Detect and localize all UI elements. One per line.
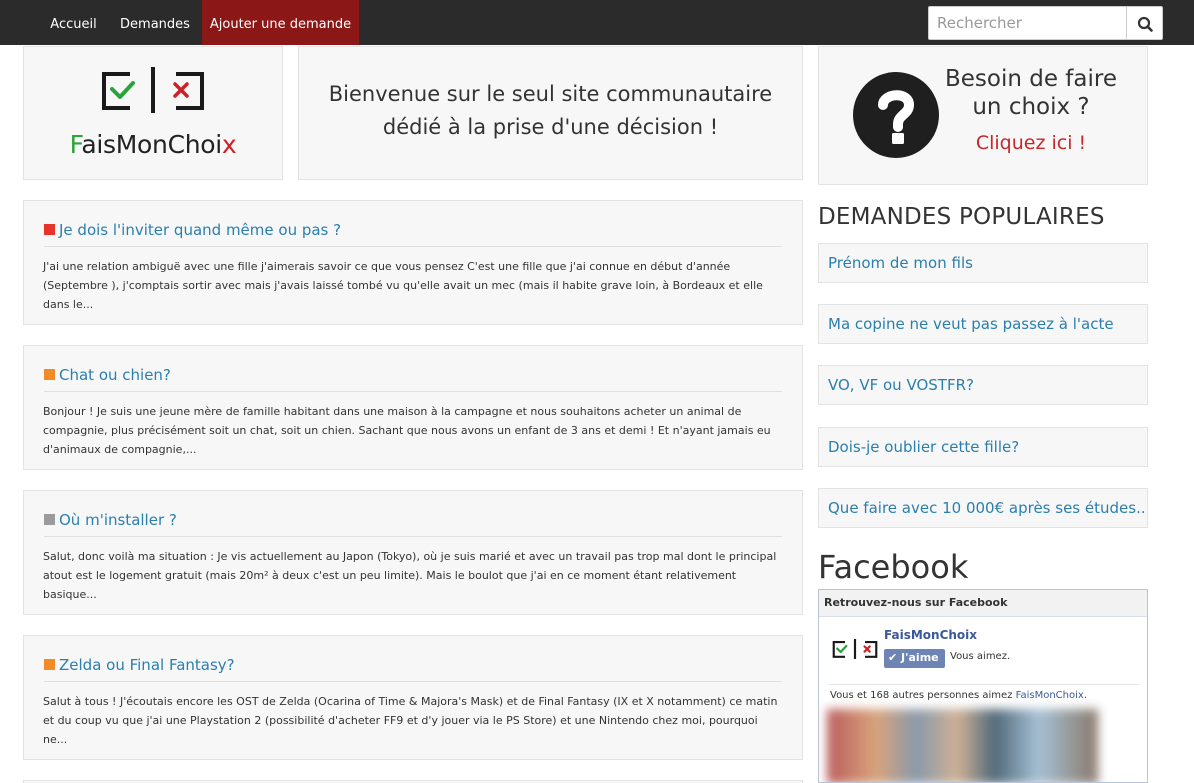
search-icon: [1137, 16, 1153, 32]
divider: [829, 684, 1139, 685]
logo-wordmark: FaisMonChoix: [69, 130, 237, 159]
like-count-link[interactable]: FaisMonChoix: [1016, 690, 1084, 701]
nav-demandes[interactable]: Demandes: [110, 0, 200, 45]
friend-faces-image: [827, 709, 1098, 782]
popular-item[interactable]: Que faire avec 10 000€ après ses études.…: [818, 488, 1148, 528]
post-title[interactable]: Zelda ou Final Fantasy?: [44, 656, 782, 682]
facebook-header[interactable]: Retrouvez-nous sur Facebook: [819, 590, 1147, 617]
category-square-icon: [44, 224, 55, 235]
check-icon: ✔: [888, 651, 902, 664]
post-excerpt: J'ai une relation ambiguë avec une fille…: [43, 260, 763, 311]
choice-panel[interactable]: Besoin de faire un choix ? Cliquez ici !: [818, 46, 1148, 185]
post-title[interactable]: Où m'installer ?: [44, 511, 782, 537]
popular-item[interactable]: Ma copine ne veut pas passez à l'acte: [818, 304, 1148, 344]
popular-item[interactable]: Dois-je oublier cette fille?: [818, 427, 1148, 467]
post-excerpt: Salut à tous ! J'écoutais encore les OST…: [43, 695, 778, 746]
facebook-title: Facebook: [818, 548, 969, 586]
post-card: Où m'installer ? Salut, donc voilà ma si…: [23, 490, 803, 615]
category-square-icon: [44, 369, 55, 380]
navbar: Accueil Demandes Ajouter une demande: [0, 0, 1194, 45]
search-button[interactable]: [1126, 6, 1163, 40]
category-square-icon: [44, 659, 55, 670]
post-card: Je dois l'inviter quand même ou pas ? J'…: [23, 200, 803, 325]
like-count-text: Vous et 168 autres personnes aimez FaisM…: [830, 690, 1087, 701]
popular-item[interactable]: VO, VF ou VOSTFR?: [818, 365, 1148, 405]
nav-ajouter-demande[interactable]: Ajouter une demande: [202, 0, 359, 45]
welcome-panel: Bienvenue sur le seul site communautaire…: [298, 46, 803, 180]
logo-panel[interactable]: FaisMonChoix: [23, 46, 283, 180]
category-square-icon: [44, 514, 55, 525]
page-logo-icon: [832, 639, 878, 659]
post-card: Zelda ou Final Fantasy? Salut à tous ! J…: [23, 635, 803, 760]
search-input[interactable]: [928, 6, 1127, 40]
nav-accueil[interactable]: Accueil: [39, 0, 108, 45]
post-card: Chat ou chien? Bonjour ! Je suis une jeu…: [23, 345, 803, 470]
choice-title: Besoin de faire un choix ?: [944, 66, 1117, 120]
post-title[interactable]: Chat ou chien?: [44, 366, 782, 392]
choice-link[interactable]: Cliquez ici !: [939, 132, 1123, 154]
popular-title: DEMANDES POPULAIRES: [818, 204, 1105, 230]
post-title[interactable]: Je dois l'inviter quand même ou pas ?: [44, 221, 782, 247]
post-excerpt: Salut, donc voilà ma situation : Je vis …: [43, 550, 777, 601]
popular-item[interactable]: Prénom de mon fils: [818, 243, 1148, 283]
facebook-page-name[interactable]: FaisMonChoix: [884, 628, 977, 642]
question-circle-icon: [853, 72, 939, 158]
welcome-text: Bienvenue sur le seul site communautaire…: [328, 82, 773, 139]
post-excerpt: Bonjour ! Je suis une jeune mère de fami…: [43, 405, 771, 456]
you-like-text: Vous aimez.: [950, 651, 1011, 662]
facebook-widget: Retrouvez-nous sur Facebook FaisMonChoix…: [818, 589, 1148, 783]
logo-icon: [102, 67, 204, 113]
like-button[interactable]: ✔ J'aime: [884, 649, 945, 668]
